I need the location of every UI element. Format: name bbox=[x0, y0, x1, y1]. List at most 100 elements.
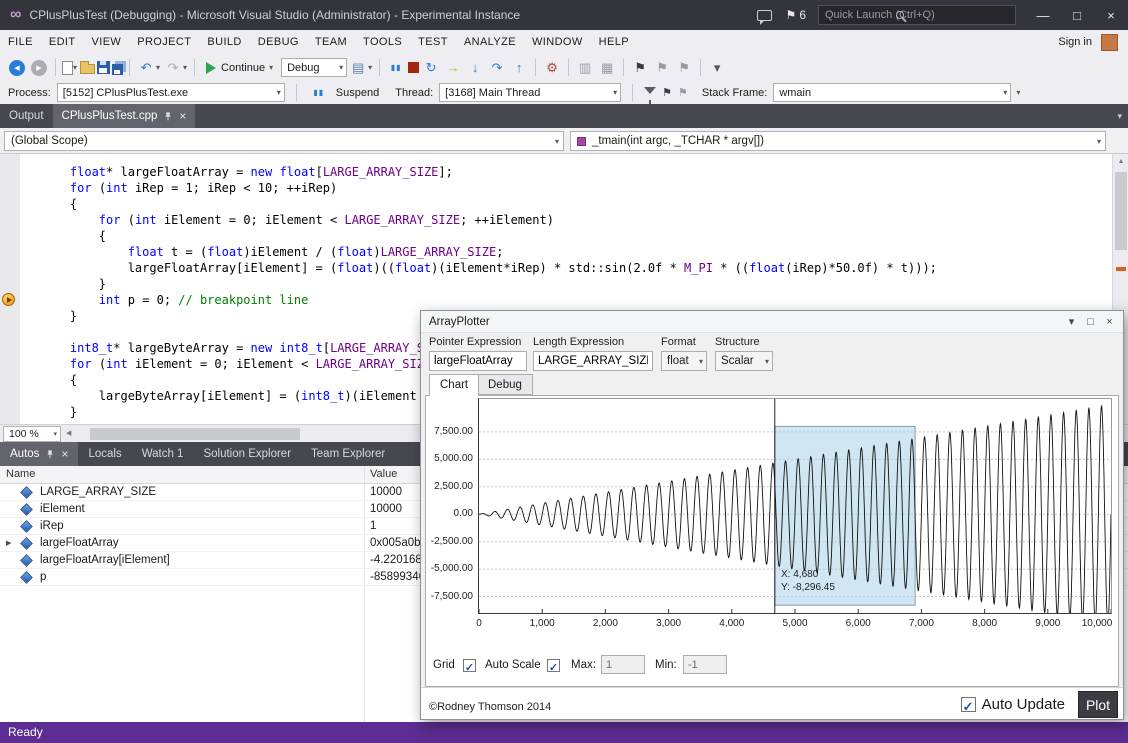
toolbar-options-icon[interactable]: ▾ bbox=[707, 58, 727, 78]
process-dropdown[interactable]: [5152] CPlusPlusTest.exe ▾ bbox=[57, 83, 285, 102]
toolbar-separator bbox=[568, 59, 569, 76]
close-button[interactable]: × bbox=[1094, 0, 1128, 30]
solution-config-dropdown[interactable]: Debug ▾ bbox=[281, 58, 347, 77]
code-line[interactable]: float t = (float)iElement / (float)LARGE… bbox=[0, 244, 1128, 260]
panel-tab-watch-1[interactable]: Watch 1 bbox=[132, 442, 194, 466]
menu-item-window[interactable]: WINDOW bbox=[524, 30, 591, 54]
tab-cplusplustest-cpp[interactable]: CPlusPlusTest.cpp × bbox=[53, 104, 196, 128]
chevron-down-icon[interactable]: ▾ bbox=[156, 63, 160, 72]
thread-filter-icon[interactable] bbox=[644, 87, 656, 94]
flagged-only-icon[interactable]: ⚑ bbox=[678, 86, 688, 99]
code-line[interactable]: { bbox=[0, 228, 1128, 244]
expander-icon[interactable]: ▶ bbox=[6, 535, 11, 552]
open-file-icon[interactable] bbox=[80, 64, 95, 74]
column-header-value[interactable]: Value bbox=[370, 468, 397, 480]
member-dropdown[interactable]: _tmain(int argc, _TCHAR * argv[]) ▾ bbox=[570, 131, 1106, 151]
step-out-icon[interactable]: ↑ bbox=[509, 58, 529, 78]
minimize-button[interactable]: — bbox=[1026, 0, 1060, 30]
zoom-dropdown[interactable]: 100 % ▾ bbox=[3, 426, 61, 442]
restart-icon[interactable]: ↻ bbox=[421, 58, 441, 78]
list-members-icon[interactable]: ▥ bbox=[575, 58, 595, 78]
menu-item-tools[interactable]: TOOLS bbox=[355, 30, 410, 54]
step-into-icon[interactable]: ↓ bbox=[465, 58, 485, 78]
maximize-button[interactable]: □ bbox=[1060, 0, 1094, 30]
chevron-down-icon[interactable]: ▾ bbox=[73, 63, 77, 72]
menu-item-debug[interactable]: DEBUG bbox=[250, 30, 307, 54]
redo-icon[interactable]: ↷ bbox=[163, 58, 183, 78]
menu-item-edit[interactable]: EDIT bbox=[41, 30, 84, 54]
code-text: float t = (float)iElement / (float)LARGE… bbox=[41, 245, 503, 259]
menu-item-analyze[interactable]: ANALYZE bbox=[456, 30, 524, 54]
bookmark-icon[interactable]: ⚑ bbox=[630, 58, 650, 78]
menu-item-test[interactable]: TEST bbox=[410, 30, 456, 54]
break-all-icon[interactable]: ▮▮ bbox=[386, 58, 406, 78]
toolbar-overflow-icon[interactable]: ▾ bbox=[1016, 88, 1020, 97]
bookmark-next-icon[interactable]: ⚑ bbox=[674, 58, 694, 78]
sign-in-link[interactable]: Sign in bbox=[1058, 36, 1092, 48]
parameter-info-icon[interactable]: ▦ bbox=[597, 58, 617, 78]
chevron-down-icon: ▾ bbox=[1003, 88, 1007, 97]
new-file-icon[interactable] bbox=[62, 61, 73, 75]
column-header-name[interactable]: Name bbox=[6, 468, 35, 480]
panel-tab-locals[interactable]: Locals bbox=[78, 442, 131, 466]
feedback-icon[interactable] bbox=[757, 10, 772, 21]
step-over-icon[interactable]: ↷ bbox=[487, 58, 507, 78]
menu-item-build[interactable]: BUILD bbox=[199, 30, 249, 54]
nav-forward-icon[interactable]: ▶ bbox=[31, 60, 47, 76]
breakpoint-glyph[interactable] bbox=[2, 293, 15, 306]
code-line[interactable]: { bbox=[0, 196, 1128, 212]
user-avatar-icon[interactable] bbox=[1101, 34, 1118, 51]
menu-item-view[interactable]: VIEW bbox=[84, 30, 130, 54]
auto-scale-checkbox[interactable] bbox=[547, 659, 560, 672]
diagnostics-icon[interactable]: ⚙ bbox=[542, 58, 562, 78]
scrollbar-thumb[interactable] bbox=[1115, 172, 1127, 250]
flag-threads-icon[interactable]: ⚑ bbox=[662, 86, 672, 99]
plot-button[interactable]: Plot bbox=[1078, 691, 1118, 718]
max-input[interactable] bbox=[601, 655, 645, 674]
stack-frame-dropdown[interactable]: wmain ▾ bbox=[773, 83, 1011, 102]
scroll-up-icon[interactable]: ▲ bbox=[1113, 154, 1128, 169]
quick-launch-input[interactable] bbox=[818, 5, 1016, 25]
code-line[interactable]: for (int iElement = 0; iElement < LARGE_… bbox=[0, 212, 1128, 228]
thread-dropdown[interactable]: [3168] Main Thread ▾ bbox=[439, 83, 621, 102]
stop-icon[interactable] bbox=[408, 62, 419, 73]
pin-icon[interactable] bbox=[45, 449, 55, 460]
code-line[interactable]: largeFloatArray[iElement] = (float)((flo… bbox=[0, 260, 1128, 276]
menu-item-team[interactable]: TEAM bbox=[307, 30, 355, 54]
save-all-icon[interactable] bbox=[112, 64, 123, 75]
notifications-flag[interactable]: ⚑ 6 bbox=[786, 8, 806, 22]
debug-target-icon[interactable]: ▤ bbox=[348, 58, 368, 78]
code-line[interactable]: float* largeFloatArray = new float[LARGE… bbox=[0, 164, 1128, 180]
panel-tab-autos[interactable]: Autos× bbox=[0, 442, 78, 466]
grid-checkbox[interactable] bbox=[463, 659, 476, 672]
code-line[interactable]: for (int iRep = 1; iRep < 10; ++iRep) bbox=[0, 180, 1128, 196]
close-icon[interactable]: × bbox=[179, 109, 186, 123]
close-icon[interactable]: × bbox=[61, 447, 68, 461]
suspend-label[interactable]: Suspend bbox=[336, 87, 379, 99]
x-axis-label: 5,000 bbox=[771, 618, 819, 629]
code-line[interactable]: int p = 0; // breakpoint line bbox=[0, 292, 1128, 308]
horizontal-scrollbar-thumb[interactable] bbox=[90, 428, 300, 440]
scroll-left-icon[interactable]: ◀ bbox=[66, 427, 71, 441]
chevron-down-icon[interactable]: ▾ bbox=[183, 63, 187, 72]
auto-update-checkbox[interactable] bbox=[961, 697, 976, 712]
menu-item-project[interactable]: PROJECT bbox=[129, 30, 199, 54]
tab-output[interactable]: Output bbox=[0, 104, 53, 128]
panel-tab-team-explorer[interactable]: Team Explorer bbox=[301, 442, 395, 466]
panel-tab-solution-explorer[interactable]: Solution Explorer bbox=[193, 442, 301, 466]
undo-icon[interactable]: ↶ bbox=[136, 58, 156, 78]
save-icon[interactable] bbox=[97, 61, 110, 74]
scope-dropdown[interactable]: (Global Scope) ▾ bbox=[4, 131, 564, 151]
show-next-statement-icon[interactable]: → bbox=[443, 58, 463, 78]
chevron-down-icon[interactable]: ▾ bbox=[368, 63, 372, 72]
code-text: } bbox=[41, 405, 77, 419]
pin-icon[interactable] bbox=[163, 111, 173, 122]
menu-item-help[interactable]: HELP bbox=[591, 30, 637, 54]
document-well-overflow-icon[interactable]: ▾ bbox=[1117, 104, 1122, 128]
min-input[interactable] bbox=[683, 655, 727, 674]
continue-button[interactable]: Continue ▾ bbox=[200, 57, 281, 79]
code-line[interactable]: } bbox=[0, 276, 1128, 292]
menu-item-file[interactable]: FILE bbox=[0, 30, 41, 54]
bookmark-prev-icon[interactable]: ⚑ bbox=[652, 58, 672, 78]
nav-back-icon[interactable]: ◀ bbox=[9, 60, 25, 76]
